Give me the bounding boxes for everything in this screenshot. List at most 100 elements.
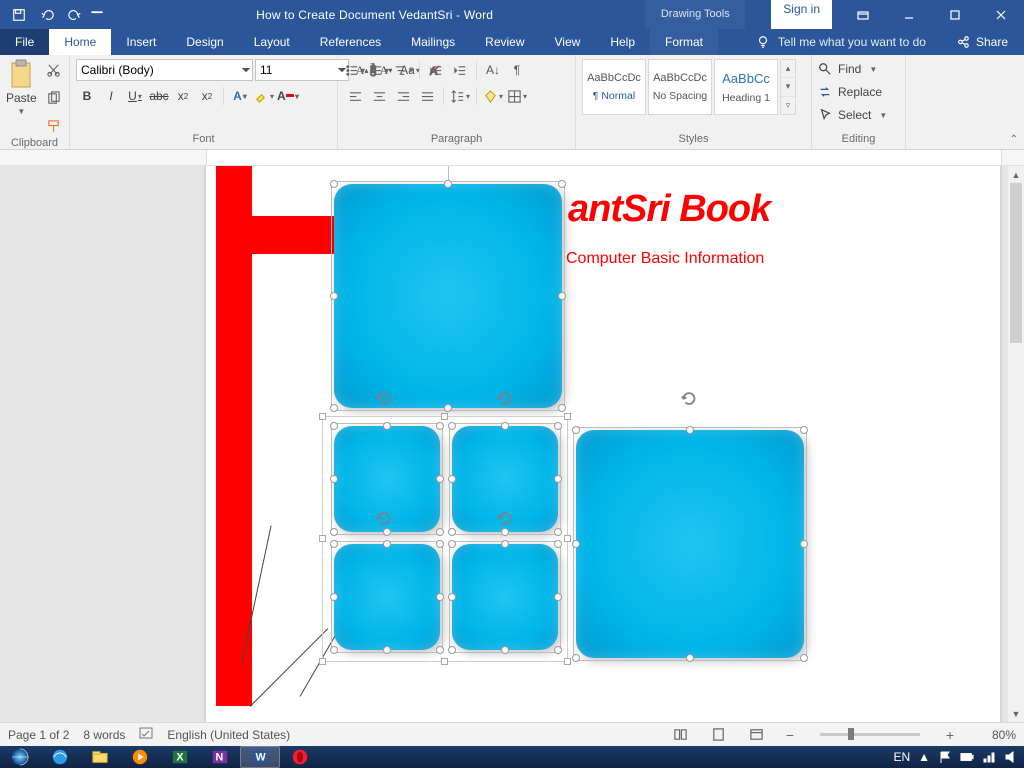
tab-review[interactable]: Review: [470, 29, 539, 55]
tab-mailings[interactable]: Mailings: [396, 29, 470, 55]
tab-design[interactable]: Design: [171, 29, 238, 55]
selection-frame[interactable]: [334, 544, 440, 650]
zoom-thumb[interactable]: [848, 728, 854, 740]
resize-handle[interactable]: [330, 180, 338, 188]
ruler[interactable]: [0, 150, 1024, 166]
status-words[interactable]: 8 words: [83, 728, 125, 742]
tab-references[interactable]: References: [305, 29, 396, 55]
font-color-icon[interactable]: A: [277, 85, 299, 107]
rotate-handle-icon[interactable]: [373, 508, 395, 530]
style-heading-1[interactable]: AaBbCcHeading 1: [714, 59, 778, 115]
status-page[interactable]: Page 1 of 2: [8, 728, 69, 742]
zoom-out-icon[interactable]: −: [782, 727, 798, 743]
bullets-icon[interactable]: [344, 59, 366, 81]
ribbon-display-icon[interactable]: [840, 0, 886, 29]
system-tray[interactable]: EN ▲: [893, 750, 1024, 764]
resize-handle[interactable]: [558, 292, 566, 300]
resize-handle[interactable]: [564, 658, 571, 665]
resize-handle[interactable]: [444, 404, 452, 412]
sort-icon[interactable]: A↓: [482, 59, 504, 81]
resize-handle[interactable]: [330, 292, 338, 300]
tab-insert[interactable]: Insert: [111, 29, 171, 55]
vertical-scrollbar[interactable]: ▲ ▼: [1007, 166, 1024, 722]
numbering-icon[interactable]: 123: [368, 59, 390, 81]
taskbar-excel-icon[interactable]: X: [160, 746, 200, 768]
proofing-icon[interactable]: [139, 726, 153, 743]
bold-icon[interactable]: B: [76, 85, 98, 107]
zoom-slider[interactable]: [820, 733, 920, 736]
format-painter-icon[interactable]: [43, 115, 65, 137]
taskbar-explorer-icon[interactable]: [80, 746, 120, 768]
scroll-up-icon[interactable]: ▲: [1008, 166, 1024, 183]
zoom-level[interactable]: 80%: [972, 728, 1016, 742]
cut-icon[interactable]: [43, 59, 65, 81]
minimize-icon[interactable]: [886, 0, 932, 29]
font-family-select[interactable]: [76, 59, 253, 81]
selection-frame[interactable]: [452, 544, 558, 650]
tray-up-icon[interactable]: ▲: [918, 750, 930, 764]
font-size-select[interactable]: [255, 59, 349, 81]
rotate-handle-icon[interactable]: [373, 388, 395, 410]
align-left-icon[interactable]: [344, 85, 366, 107]
print-layout-icon[interactable]: [706, 725, 730, 745]
tell-me-search[interactable]: Tell me what you want to do: [742, 29, 940, 55]
highlight-icon[interactable]: [253, 85, 275, 107]
align-center-icon[interactable]: [368, 85, 390, 107]
increase-indent-icon[interactable]: [449, 59, 471, 81]
resize-handle[interactable]: [441, 413, 448, 420]
share-button[interactable]: Share: [940, 29, 1024, 55]
resize-handle[interactable]: [319, 413, 326, 420]
start-button[interactable]: [0, 746, 40, 768]
select-button[interactable]: Select▼: [818, 105, 887, 125]
taskbar-ie-icon[interactable]: [40, 746, 80, 768]
style-normal[interactable]: AaBbCcDc¶ Normal: [582, 59, 646, 115]
tray-volume-icon[interactable]: [1004, 750, 1018, 764]
underline-icon[interactable]: U: [124, 85, 146, 107]
resize-handle[interactable]: [441, 658, 448, 665]
subscript-icon[interactable]: x2: [172, 85, 194, 107]
shading-icon[interactable]: [482, 85, 504, 107]
rotate-handle-icon[interactable]: [494, 388, 516, 410]
resize-handle[interactable]: [558, 404, 566, 412]
maximize-icon[interactable]: [932, 0, 978, 29]
taskbar-word-icon[interactable]: W: [240, 746, 280, 768]
line-spacing-icon[interactable]: [449, 85, 471, 107]
tab-file[interactable]: File: [0, 29, 49, 55]
replace-button[interactable]: Replace: [818, 82, 887, 102]
collapse-ribbon-icon[interactable]: ⌃: [1010, 134, 1018, 145]
decrease-indent-icon[interactable]: [425, 59, 447, 81]
italic-icon[interactable]: I: [100, 85, 122, 107]
tray-network-icon[interactable]: [982, 750, 996, 764]
text-effects-icon[interactable]: A: [229, 85, 251, 107]
multilevel-list-icon[interactable]: [392, 59, 414, 81]
close-icon[interactable]: [978, 0, 1024, 29]
paste-button[interactable]: Paste ▼: [6, 59, 37, 116]
tab-help[interactable]: Help: [595, 29, 650, 55]
find-button[interactable]: Find▼: [818, 59, 887, 79]
scroll-thumb[interactable]: [1010, 183, 1022, 343]
redo-icon[interactable]: [62, 3, 88, 27]
borders-icon[interactable]: [506, 85, 528, 107]
resize-handle[interactable]: [319, 535, 326, 542]
read-mode-icon[interactable]: [668, 725, 692, 745]
web-layout-icon[interactable]: [744, 725, 768, 745]
copy-icon[interactable]: [43, 87, 65, 109]
taskbar-opera-icon[interactable]: [280, 746, 320, 768]
justify-icon[interactable]: [416, 85, 438, 107]
signin-button[interactable]: Sign in: [771, 0, 832, 29]
selection-frame[interactable]: [334, 184, 562, 408]
resize-handle[interactable]: [330, 404, 338, 412]
styles-scroll[interactable]: ▴▾▿: [780, 59, 796, 115]
taskbar-media-icon[interactable]: [120, 746, 160, 768]
tab-home[interactable]: Home: [49, 29, 111, 55]
tab-view[interactable]: View: [540, 29, 596, 55]
style-no-spacing[interactable]: AaBbCcDcNo Spacing: [648, 59, 712, 115]
tab-layout[interactable]: Layout: [239, 29, 305, 55]
status-language[interactable]: English (United States): [167, 728, 290, 742]
document-area[interactable]: antSri Book Computer Basic Information: [0, 166, 1007, 722]
strikethrough-icon[interactable]: abc: [148, 85, 170, 107]
resize-handle[interactable]: [444, 180, 452, 188]
qat-customize-icon[interactable]: [90, 3, 104, 27]
selection-frame[interactable]: [576, 430, 804, 658]
resize-handle[interactable]: [558, 180, 566, 188]
